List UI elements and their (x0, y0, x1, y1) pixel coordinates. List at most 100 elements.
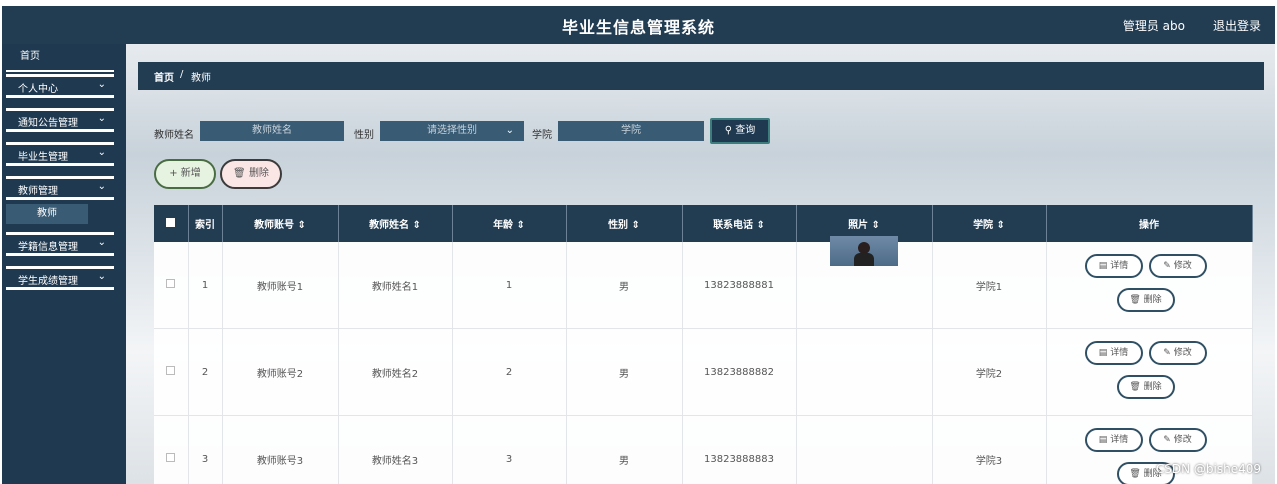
teacher-table: 索引 教师账号 ⇕ 教师姓名 ⇕ 年龄 ⇕ 性别 ⇕ 联系电话 ⇕ 照片 ⇕ 学… (154, 205, 1253, 484)
cell-actions: ▤ 详情 ✎ 修改 🗑 删除 (1046, 242, 1253, 329)
cell-name: 教师姓名3 (338, 415, 453, 484)
breadcrumb-separator: / (180, 69, 184, 80)
edit-button[interactable]: ✎ 修改 (1148, 428, 1207, 452)
app-title: 毕业生信息管理系统 (561, 18, 715, 37)
column-header-name[interactable]: 教师姓名 ⇕ (338, 205, 453, 242)
chevron-down-icon: ⌄ (97, 79, 106, 90)
plus-icon: + (169, 168, 178, 179)
column-header-age[interactable]: 年龄 ⇕ (452, 205, 567, 242)
teacher-name-input[interactable]: 教师姓名 (200, 121, 344, 141)
sort-icon: ⇕ (412, 220, 421, 231)
cell-gender: 男 (566, 328, 683, 416)
table-row: 3 教师账号3 教师姓名3 3 男 13823888883 学院3 ▤ 详情 ✎ 修改 🗑 删除 (154, 415, 1253, 484)
sidebar-subitem-teacher[interactable]: 教师 (6, 204, 88, 224)
sidebar-item-grades[interactable]: 学生成绩管理 ⌄ (6, 266, 114, 290)
cell-photo (796, 415, 933, 484)
sort-icon: ⇕ (516, 220, 525, 231)
sidebar-item-label: 学籍信息管理 (18, 242, 78, 253)
cell-phone: 13823888882 (682, 328, 797, 416)
college-label: 学院 (532, 130, 552, 141)
gender-select-placeholder: 请选择性别 (427, 125, 477, 136)
row-checkbox[interactable] (154, 242, 189, 329)
detail-button[interactable]: ▤ 详情 (1084, 428, 1143, 452)
logout-link[interactable]: 退出登录 (1213, 17, 1261, 34)
detail-button[interactable]: ▤ 详情 (1084, 254, 1143, 278)
breadcrumb-home[interactable]: 首页 (154, 69, 174, 84)
cell-index: 2 (188, 328, 223, 416)
sidebar-item-enrollment[interactable]: 学籍信息管理 ⌄ (6, 232, 114, 256)
table-row: 2 教师账号2 教师姓名2 2 男 13823888882 学院2 ▤ 详情 ✎ 修改 🗑 删除 (154, 328, 1253, 416)
cell-account: 教师账号3 (222, 415, 339, 484)
sidebar-item-graduates[interactable]: 毕业生管理 ⌄ (6, 142, 114, 166)
chevron-down-icon: ⌄ (97, 271, 106, 282)
cell-college: 学院2 (932, 328, 1047, 416)
row-delete-button[interactable]: 🗑 删除 (1116, 288, 1175, 312)
breadcrumb: 首页 / 教师 (138, 62, 1264, 90)
cell-index: 3 (188, 415, 223, 484)
sidebar-item-label: 首页 (20, 51, 40, 62)
select-all-checkbox[interactable] (154, 205, 189, 242)
teacher-name-label: 教师姓名 (154, 130, 194, 141)
sort-icon: ⇕ (996, 220, 1005, 231)
trash-icon: 🗑 (1129, 295, 1141, 305)
sidebar-item-personal[interactable]: 个人中心 ⌄ (6, 74, 114, 98)
search-icon: ⚲ (724, 125, 733, 136)
add-button[interactable]: + 新增 (154, 159, 216, 189)
sort-icon: ⇕ (871, 220, 880, 231)
detail-button[interactable]: ▤ 详情 (1084, 341, 1143, 365)
document-icon: ▤ (1098, 348, 1108, 358)
breadcrumb-current: 教师 (191, 73, 211, 84)
document-icon: ▤ (1098, 261, 1108, 271)
row-checkbox[interactable] (154, 415, 189, 484)
column-header-college[interactable]: 学院 ⇕ (932, 205, 1047, 242)
column-header-gender[interactable]: 性别 ⇕ (566, 205, 683, 242)
batch-delete-button[interactable]: 🗑 删除 (220, 159, 282, 189)
chevron-down-icon: ⌄ (97, 113, 106, 124)
cell-age: 3 (452, 415, 567, 484)
delete-button-label: 删除 (248, 168, 269, 179)
cell-actions: ▤ 详情 ✎ 修改 🗑 删除 (1046, 328, 1253, 416)
edit-button[interactable]: ✎ 修改 (1148, 254, 1207, 278)
cell-photo (796, 235, 933, 329)
chevron-down-icon: ⌄ (97, 237, 106, 248)
college-input[interactable]: 学院 (558, 121, 704, 141)
column-header-actions: 操作 (1046, 205, 1253, 242)
app-window: 毕业生信息管理系统 管理员 abo 退出登录 首页 个人中心 ⌄ 通知公告管理 … (2, 6, 1275, 484)
cell-name: 教师姓名1 (338, 242, 453, 329)
sidebar-item-label: 教师管理 (18, 186, 58, 197)
top-bar: 毕业生信息管理系统 管理员 abo 退出登录 (2, 6, 1275, 44)
sort-icon: ⇕ (631, 220, 640, 231)
main-content: 首页 / 教师 教师姓名 教师姓名 性别 请选择性别 ⌄ 学院 学院 ⚲ 查询 … (126, 44, 1275, 484)
column-header-account[interactable]: 教师账号 ⇕ (222, 205, 339, 242)
search-button[interactable]: ⚲ 查询 (710, 118, 770, 144)
pencil-icon: ✎ (1163, 348, 1171, 358)
cell-college: 学院1 (932, 242, 1047, 329)
chevron-down-icon: ⌄ (97, 147, 106, 158)
table-row: 1 教师账号1 教师姓名1 1 男 13823888881 学院1 ▤ 详情 ✎ 修改 🗑 删除 (154, 235, 1253, 329)
cell-age: 2 (452, 328, 567, 416)
cell-phone: 13823888881 (682, 242, 797, 329)
teacher-photo[interactable] (830, 235, 898, 266)
sidebar-item-notice[interactable]: 通知公告管理 ⌄ (6, 108, 114, 132)
row-delete-button[interactable]: 🗑 删除 (1116, 375, 1175, 399)
sidebar: 首页 个人中心 ⌄ 通知公告管理 ⌄ 毕业生管理 ⌄ 教师管理 ⌄ 教师 学籍信… (2, 44, 126, 484)
chevron-up-icon: ⌄ (97, 181, 106, 192)
add-button-label: 新增 (180, 168, 201, 179)
cell-gender: 男 (566, 242, 683, 329)
sidebar-item-home[interactable]: 首页 (6, 44, 114, 72)
row-checkbox[interactable] (154, 328, 189, 416)
sidebar-item-teachers[interactable]: 教师管理 ⌄ (6, 176, 114, 200)
document-icon: ▤ (1098, 435, 1108, 445)
current-user: 管理员 abo (1122, 19, 1185, 33)
chevron-down-icon: ⌄ (505, 125, 514, 136)
column-header-phone[interactable]: 联系电话 ⇕ (682, 205, 797, 242)
pencil-icon: ✎ (1163, 261, 1171, 271)
cell-age: 1 (452, 242, 567, 329)
edit-button[interactable]: ✎ 修改 (1148, 341, 1207, 365)
gender-select[interactable]: 请选择性别 ⌄ (380, 121, 524, 141)
watermark: CSDN @bishe409 (1155, 462, 1261, 476)
cell-name: 教师姓名2 (338, 328, 453, 416)
search-button-label: 查询 (735, 125, 756, 136)
table-header-row: 索引 教师账号 ⇕ 教师姓名 ⇕ 年龄 ⇕ 性别 ⇕ 联系电话 ⇕ 照片 ⇕ 学… (154, 205, 1253, 242)
cell-phone: 13823888883 (682, 415, 797, 484)
